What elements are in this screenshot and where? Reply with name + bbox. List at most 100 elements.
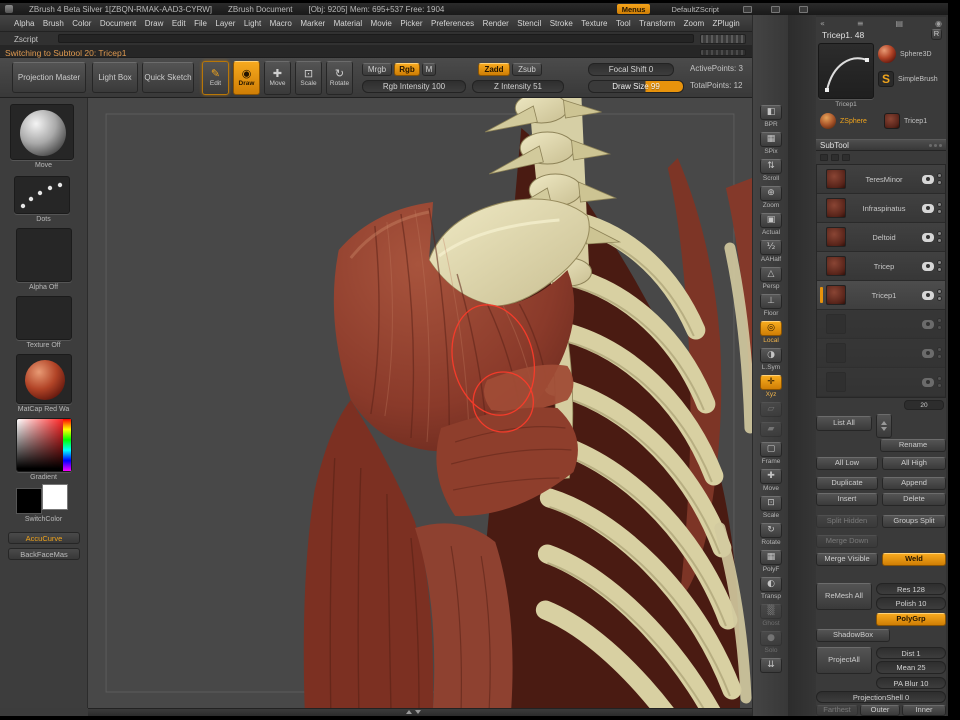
menu-item[interactable]: Layer xyxy=(215,19,235,28)
dist-slider[interactable]: Dist 1 xyxy=(876,647,946,659)
current-brush-button[interactable] xyxy=(10,104,74,160)
append-button[interactable]: Append xyxy=(882,477,946,490)
menu-item[interactable]: Material xyxy=(334,19,362,28)
polygrp-button[interactable]: PolyGrp xyxy=(876,613,946,626)
weld-button[interactable]: Weld xyxy=(882,553,946,566)
right-shelf-button[interactable]: ▦ PolyF xyxy=(760,550,782,573)
visibility-eye-icon[interactable] xyxy=(922,232,934,242)
subtool-row[interactable]: Tricep xyxy=(817,252,945,281)
subtool-toggles[interactable] xyxy=(937,376,942,388)
subtool-row[interactable]: Deltoid xyxy=(817,223,945,252)
right-shelf-button[interactable]: ↻ Rotate xyxy=(760,523,782,546)
visibility-eye-icon[interactable] xyxy=(922,203,934,213)
merge-down-button[interactable]: Merge Down xyxy=(816,535,878,548)
right-shelf-button[interactable]: ▒ Ghost xyxy=(760,604,782,627)
rgb-intensity-slider[interactable]: Rgb Intensity 100 xyxy=(362,80,466,93)
project-all-button[interactable]: ProjectAll xyxy=(816,647,872,674)
right-shelf-button[interactable]: ▰ xyxy=(760,422,782,438)
default-zscript-button[interactable]: DefaultZScript xyxy=(666,4,724,14)
subtool-toggles[interactable] xyxy=(937,289,942,301)
stroke-button[interactable] xyxy=(14,176,70,214)
restore-config-button[interactable]: R xyxy=(931,29,942,40)
menu-item[interactable]: File xyxy=(194,19,207,28)
subtool-toggles[interactable] xyxy=(937,202,942,214)
subtool-row[interactable]: TeresMinor xyxy=(817,165,945,194)
menu-item[interactable]: Brush xyxy=(43,19,64,28)
menu-item[interactable]: Render xyxy=(483,19,509,28)
subtool-toggles[interactable] xyxy=(937,260,942,272)
palette-header-icon[interactable]: ▤ xyxy=(895,19,903,28)
subtool-row[interactable] xyxy=(817,339,945,368)
res-slider[interactable]: Res 128 xyxy=(876,583,946,595)
projection-master-button[interactable]: Projection Master xyxy=(12,62,86,93)
subtool-updown-button[interactable] xyxy=(876,414,892,438)
secondary-color-swatch[interactable] xyxy=(42,484,68,510)
quick-pick-tricep1[interactable]: Tricep1 xyxy=(884,113,927,129)
menu-item[interactable]: Transform xyxy=(639,19,675,28)
menu-item[interactable]: Edit xyxy=(172,19,186,28)
right-shelf-button[interactable]: ⊥ Floor xyxy=(760,294,782,317)
menu-item[interactable]: ZPlugin xyxy=(713,19,740,28)
subtool-row[interactable] xyxy=(817,310,945,339)
status-handle-icon[interactable] xyxy=(700,49,746,56)
window-restore-icon[interactable] xyxy=(771,5,780,13)
right-shelf-button[interactable]: ✛ Xyz xyxy=(760,375,782,398)
subtool-row[interactable] xyxy=(817,368,945,397)
menu-item[interactable]: Texture xyxy=(581,19,607,28)
subtool-row[interactable]: Infraspinatus xyxy=(817,194,945,223)
menu-item[interactable]: Picker xyxy=(400,19,422,28)
visibility-eye-icon[interactable] xyxy=(922,261,934,271)
canvas-bottom-bar[interactable] xyxy=(88,708,752,716)
right-shelf-button[interactable]: △ Persp xyxy=(760,267,782,290)
visibility-eye-icon[interactable] xyxy=(922,319,934,329)
texture-button[interactable] xyxy=(16,296,72,340)
subtool-toggles[interactable] xyxy=(937,173,942,185)
right-shelf-button[interactable]: ✚ Move xyxy=(760,469,782,492)
menus-button[interactable]: Menus xyxy=(616,4,651,14)
menu-item[interactable]: Light xyxy=(244,19,261,28)
projection-shell-slider[interactable]: ProjectionShell 0 xyxy=(816,691,946,703)
scale-button[interactable]: ⊡ Scale xyxy=(295,61,322,95)
farthest-button[interactable]: Farthest xyxy=(816,705,858,716)
zadd-button[interactable]: Zadd xyxy=(478,63,510,76)
subtool-res-slider[interactable]: 20 xyxy=(904,400,944,410)
edit-button[interactable]: ✎ Edit xyxy=(202,61,229,95)
color-picker[interactable] xyxy=(16,418,72,472)
subtool-section-header[interactable]: SubTool xyxy=(816,139,946,151)
right-shelf-button[interactable]: ◑ L.Sym xyxy=(760,348,782,371)
quick-pick-simplebrush[interactable]: S SimpleBrush xyxy=(878,71,938,87)
menu-item[interactable]: Zoom xyxy=(684,19,704,28)
menu-item[interactable]: Movie xyxy=(371,19,392,28)
right-shelf-button[interactable]: ½ AAHalf xyxy=(760,240,782,263)
alpha-button[interactable] xyxy=(16,228,72,282)
right-shelf-button[interactable]: ◎ Local xyxy=(760,321,782,344)
scroll-down-icon[interactable] xyxy=(415,710,421,714)
main-color-swatch[interactable] xyxy=(16,488,42,514)
visibility-eye-icon[interactable] xyxy=(922,290,934,300)
menu-item[interactable]: Tool xyxy=(616,19,631,28)
light-box-button[interactable]: Light Box xyxy=(92,62,138,93)
menu-item[interactable]: Document xyxy=(100,19,136,28)
menu-item[interactable]: Stencil xyxy=(517,19,541,28)
mini-toolbar-icon[interactable] xyxy=(831,154,839,161)
zsub-button[interactable]: Zsub xyxy=(512,63,542,76)
groups-split-button[interactable]: Groups Split xyxy=(882,515,946,528)
menu-item[interactable]: Preferences xyxy=(431,19,474,28)
menu-item[interactable]: Color xyxy=(72,19,91,28)
visibility-eye-icon[interactable] xyxy=(922,377,934,387)
accucurve-button[interactable]: AccuCurve xyxy=(8,532,80,544)
all-high-button[interactable]: All High xyxy=(882,457,946,470)
duplicate-button[interactable]: Duplicate xyxy=(816,477,878,490)
menu-item[interactable]: Draw xyxy=(145,19,164,28)
menu-item[interactable]: Stroke xyxy=(550,19,573,28)
right-shelf-button[interactable]: ▣ Actual xyxy=(760,213,782,236)
right-shelf-button[interactable]: ◐ Transp xyxy=(760,577,782,600)
window-close-icon[interactable] xyxy=(799,5,808,13)
remesh-all-button[interactable]: ReMesh All xyxy=(816,583,872,610)
right-shelf-button[interactable]: ▱ xyxy=(760,402,782,418)
subtool-down-icon[interactable] xyxy=(881,427,887,431)
backface-mask-button[interactable]: BackFaceMas xyxy=(8,548,80,560)
right-shelf-button[interactable]: ● Solo xyxy=(760,631,782,654)
menu-item[interactable]: Macro xyxy=(270,19,292,28)
quick-pick-zsphere[interactable]: ZSphere xyxy=(820,113,867,129)
